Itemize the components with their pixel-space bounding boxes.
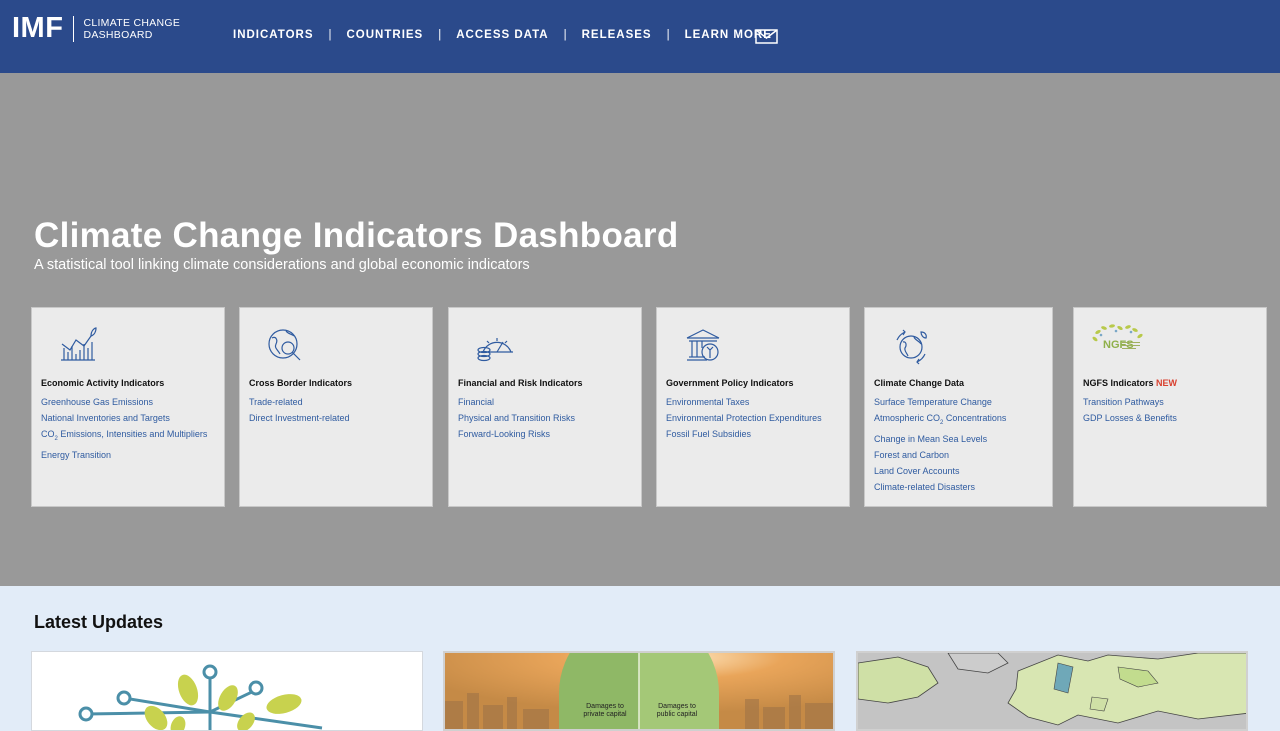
imf-logo[interactable]: IMF CLIMATE CHANGE DASHBOARD xyxy=(12,14,180,43)
logo-text-line1: CLIMATE CHANGE xyxy=(83,16,181,29)
card-title: Economic Activity Indicators xyxy=(41,378,165,388)
nav-separator: | xyxy=(666,29,670,41)
main-nav: INDICATORS | COUNTRIES | ACCESS DATA | R… xyxy=(233,29,772,41)
card-links: Environmental Taxes Environmental Protec… xyxy=(666,394,822,442)
gauge-coins-icon[interactable] xyxy=(475,326,515,366)
latest-updates-section: Latest Updates Damages to private capita… xyxy=(0,586,1280,731)
logo-text: CLIMATE CHANGE DASHBOARD xyxy=(83,17,180,41)
card-links: Greenhouse Gas Emissions National Invent… xyxy=(41,394,207,463)
link-transition-pathways[interactable]: Transition Pathways xyxy=(1083,394,1177,410)
link-gdp-losses-benefits[interactable]: GDP Losses & Benefits xyxy=(1083,410,1177,426)
card-links: Financial Physical and Transition Risks … xyxy=(458,394,575,442)
link-co2-emissions[interactable]: CO2 Emissions, Intensities and Multiplie… xyxy=(41,426,207,447)
link-land-cover-accounts[interactable]: Land Cover Accounts xyxy=(874,463,1006,479)
update-thumbnail-2[interactable]: Damages to private capital Damages to pu… xyxy=(443,651,835,731)
nav-separator: | xyxy=(563,29,567,41)
nav-indicators[interactable]: INDICATORS xyxy=(233,29,314,41)
damages-pie-illustration xyxy=(445,653,833,729)
link-forward-looking-risks[interactable]: Forward-Looking Risks xyxy=(458,426,575,442)
nav-releases[interactable]: RELEASES xyxy=(582,29,652,41)
card-title-text: NGFS Indicators xyxy=(1083,378,1154,388)
link-trade-related[interactable]: Trade-related xyxy=(249,394,350,410)
link-direct-investment[interactable]: Direct Investment-related xyxy=(249,410,350,426)
card-climate-change-data: Climate Change Data Surface Temperature … xyxy=(864,307,1053,507)
link-national-inventories[interactable]: National Inventories and Targets xyxy=(41,410,207,426)
government-building-icon[interactable] xyxy=(683,326,723,366)
world-map-illustration xyxy=(858,653,1246,729)
card-links: Trade-related Direct Investment-related xyxy=(249,394,350,426)
network-leaves-illustration xyxy=(78,664,323,730)
pie-label-public-capital: Damages to public capital xyxy=(656,703,698,718)
card-title: Cross Border Indicators xyxy=(249,378,353,388)
link-fossil-fuel-subsidies[interactable]: Fossil Fuel Subsidies xyxy=(666,426,822,442)
link-greenhouse-gas-emissions[interactable]: Greenhouse Gas Emissions xyxy=(41,394,207,410)
pie-label-private-capital: Damages to private capital xyxy=(583,703,627,718)
nav-countries[interactable]: COUNTRIES xyxy=(347,29,424,41)
latest-updates-title: Latest Updates xyxy=(34,612,164,632)
logo-mark: IMF xyxy=(12,12,64,44)
top-navigation-bar: IMF CLIMATE CHANGE DASHBOARD INDICATORS … xyxy=(0,0,1280,73)
card-economic-activity: Economic Activity Indicators Greenhouse … xyxy=(31,307,225,507)
envelope-icon[interactable] xyxy=(755,29,778,44)
page-title: Climate Change Indicators Dashboard xyxy=(34,216,679,255)
card-financial-risk: Financial and Risk Indicators Financial … xyxy=(448,307,642,507)
hero-section: Climate Change Indicators Dashboard A st… xyxy=(0,73,1280,586)
nav-separator: | xyxy=(328,29,332,41)
card-title: Financial and Risk Indicators xyxy=(458,378,583,388)
page-subtitle: A statistical tool linking climate consi… xyxy=(34,257,530,273)
card-title: Government Policy Indicators xyxy=(666,378,794,388)
link-energy-transition[interactable]: Energy Transition xyxy=(41,447,207,463)
nav-access-data[interactable]: ACCESS DATA xyxy=(456,29,548,41)
new-badge: NEW xyxy=(1156,378,1178,388)
ngfs-logo-icon[interactable]: NGFS xyxy=(1090,322,1150,358)
update-thumbnail-1[interactable] xyxy=(31,651,423,731)
link-environmental-protection-expenditures[interactable]: Environmental Protection Expenditures xyxy=(666,410,822,426)
link-physical-transition-risks[interactable]: Physical and Transition Risks xyxy=(458,410,575,426)
link-atmospheric-co2[interactable]: Atmospheric CO2 Concentrations xyxy=(874,410,1006,431)
link-financial[interactable]: Financial xyxy=(458,394,575,410)
card-title: NGFS Indicators NEW xyxy=(1083,378,1177,388)
bar-chart-plant-icon[interactable] xyxy=(58,326,98,366)
card-title: Climate Change Data xyxy=(874,378,965,388)
logo-text-line2: DASHBOARD xyxy=(83,28,153,41)
link-mean-sea-levels[interactable]: Change in Mean Sea Levels xyxy=(874,431,1006,447)
logo-divider xyxy=(73,15,75,42)
card-links: Transition Pathways GDP Losses & Benefit… xyxy=(1083,394,1177,426)
link-environmental-taxes[interactable]: Environmental Taxes xyxy=(666,394,822,410)
link-surface-temperature-change[interactable]: Surface Temperature Change xyxy=(874,394,1006,410)
card-government-policy: Government Policy Indicators Environment… xyxy=(656,307,850,507)
nav-separator: | xyxy=(438,29,442,41)
update-thumbnail-3[interactable] xyxy=(856,651,1248,731)
card-cross-border: Cross Border Indicators Trade-related Di… xyxy=(239,307,433,507)
card-links: Surface Temperature Change Atmospheric C… xyxy=(874,394,1006,495)
link-climate-related-disasters[interactable]: Climate-related Disasters xyxy=(874,479,1006,495)
globe-cycle-icon[interactable] xyxy=(891,326,931,366)
card-ngfs-indicators: NGFS NGFS Indicators NEW Transition Path… xyxy=(1073,307,1267,507)
link-forest-carbon[interactable]: Forest and Carbon xyxy=(874,447,1006,463)
globe-magnifier-icon[interactable] xyxy=(266,326,306,366)
